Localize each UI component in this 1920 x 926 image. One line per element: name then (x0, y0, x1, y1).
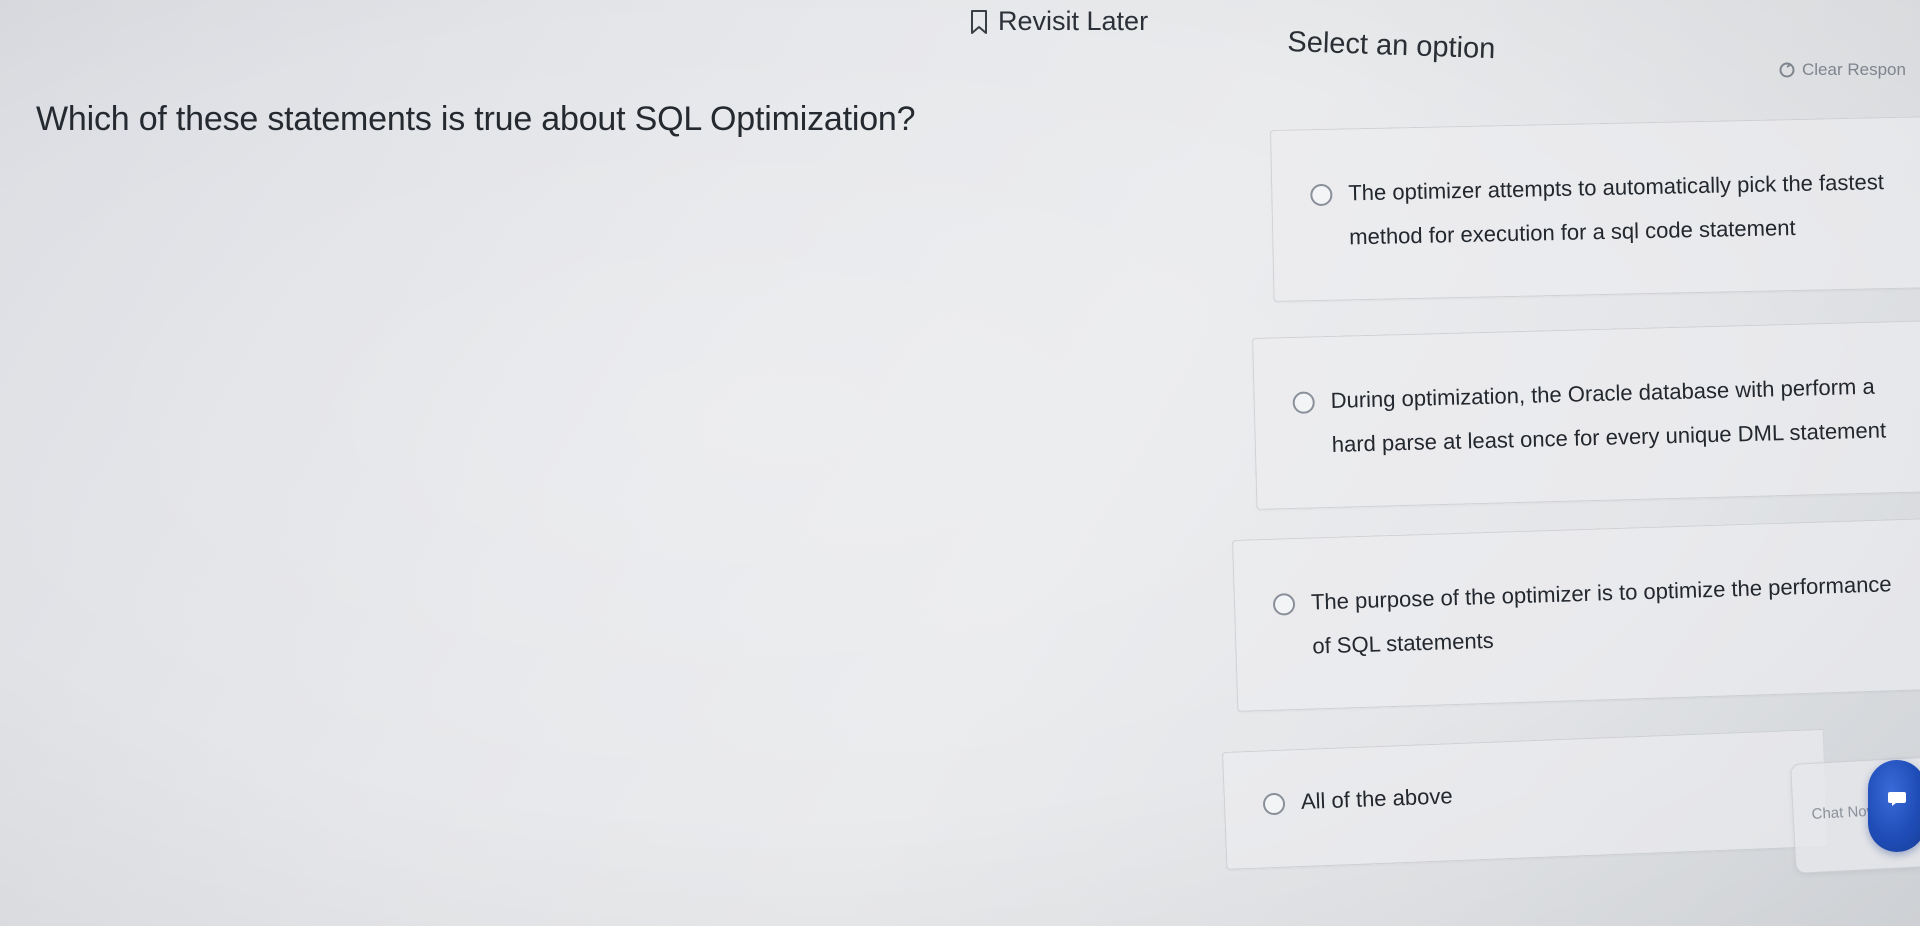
option-card-3[interactable]: The purpose of the optimizer is to optim… (1232, 517, 1920, 712)
radio-button-2[interactable] (1292, 391, 1315, 414)
chat-icon (1888, 792, 1906, 806)
option-text-1: The optimizer attempts to automatically … (1348, 169, 1885, 250)
option-row-1: The optimizer attempts to automatically … (1310, 160, 1912, 261)
question-text: Which of these statements is true about … (36, 100, 916, 138)
clear-response-button[interactable]: Clear Respon (1778, 60, 1906, 80)
option-row-2: During optimization, the Oracle database… (1292, 364, 1914, 468)
option-text-2: During optimization, the Oracle database… (1330, 373, 1887, 457)
radio-button-4[interactable] (1262, 792, 1286, 816)
option-text-4: All of the above (1300, 783, 1453, 814)
revisit-later-button[interactable]: Revisit Later (970, 6, 1148, 37)
radio-button-3[interactable] (1272, 593, 1296, 616)
clear-response-label: Clear Respon (1802, 60, 1906, 79)
reset-icon (1779, 62, 1795, 78)
option-card-4[interactable]: All of the above (1222, 728, 1828, 870)
radio-button-1[interactable] (1310, 183, 1333, 207)
option-row-4: All of the above (1262, 761, 1803, 826)
chat-button[interactable] (1868, 760, 1920, 852)
revisit-later-label: Revisit Later (998, 6, 1149, 36)
bookmark-icon (971, 9, 987, 34)
option-card-1[interactable]: The optimizer attempts to automatically … (1270, 116, 1920, 302)
option-card-2[interactable]: During optimization, the Oracle database… (1252, 320, 1920, 510)
option-text-3: The purpose of the optimizer is to optim… (1310, 571, 1892, 659)
option-row-3: The purpose of the optimizer is to optim… (1272, 562, 1914, 670)
select-option-heading: Select an option (1286, 26, 1496, 66)
